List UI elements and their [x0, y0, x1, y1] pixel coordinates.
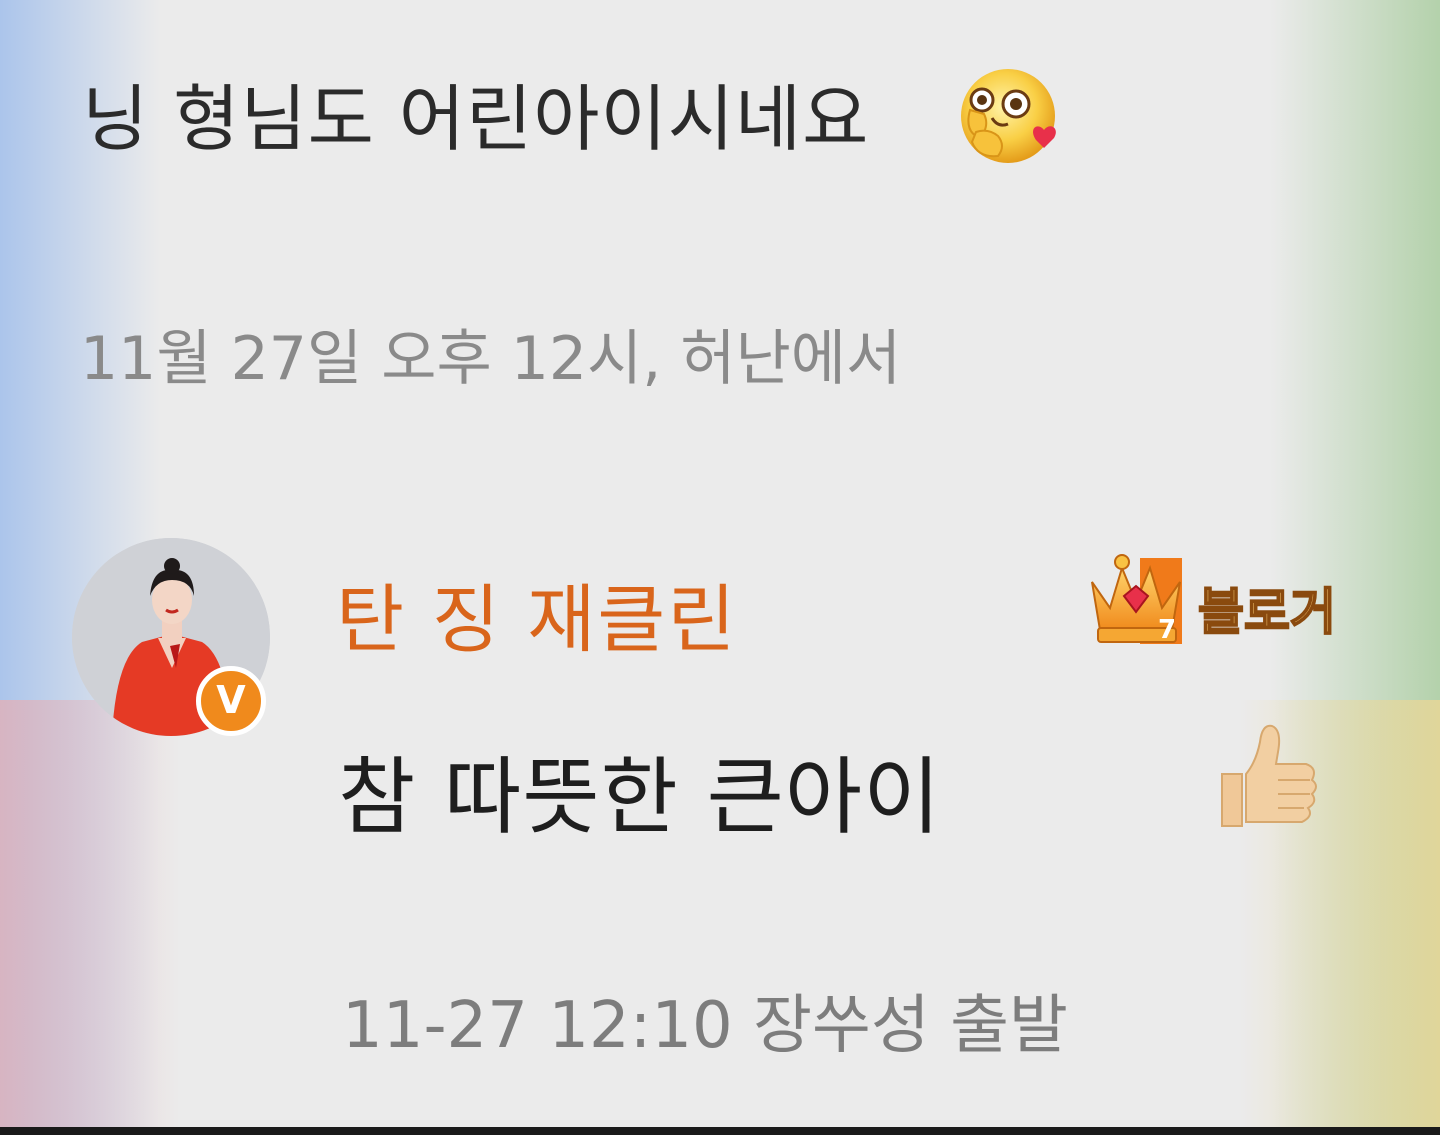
reply-username[interactable]: 탄 징 재클린 — [336, 560, 737, 667]
previous-comment-timestamp: 11월 27일 오후 12시, 허난에서 — [80, 324, 902, 394]
role-label: 블로거 — [1197, 582, 1337, 642]
crown-level-number: 7 — [1158, 615, 1176, 645]
previous-comment-text: 닝 형님도 어린아이시네요 — [82, 77, 870, 161]
verified-badge-icon: V — [196, 666, 266, 736]
reply-comment-text: 참 따뜻한 큰아이 — [338, 748, 942, 846]
bottom-bar — [0, 1127, 1440, 1135]
reply-timestamp: 11-27 12:10 장쑤성 출발 — [342, 989, 1068, 1063]
crown-level-icon: 7 — [1091, 554, 1182, 645]
shy-blushing-emoji-icon — [961, 69, 1056, 163]
thumbs-up-icon[interactable] — [1216, 718, 1320, 830]
